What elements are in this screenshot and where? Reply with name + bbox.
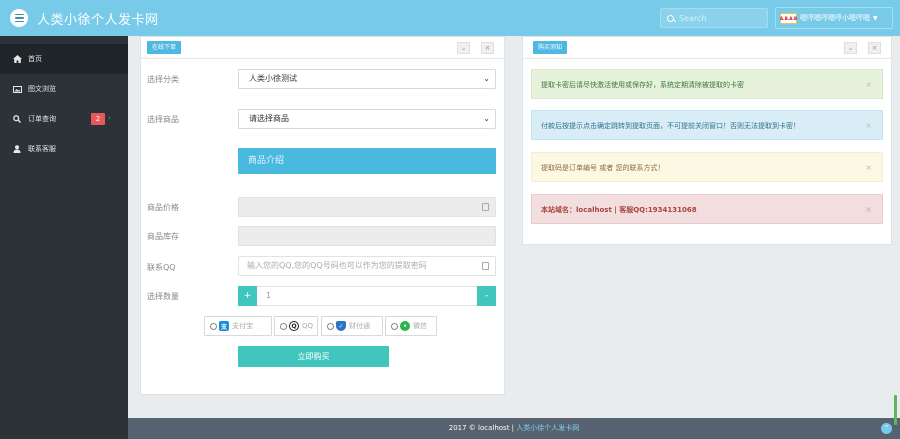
- image-icon: [12, 85, 22, 93]
- chevron-down-icon: ▼: [873, 14, 878, 22]
- category-select[interactable]: 人类小徐测试 ⌄: [238, 69, 496, 89]
- order-panel-title: 在线下单: [147, 41, 182, 54]
- collapse-icon[interactable]: ⌄: [844, 42, 857, 54]
- price-field: [238, 197, 496, 217]
- pay-option-wechat[interactable]: • 微信: [385, 316, 437, 336]
- product-select[interactable]: 请选择商品 ⌄: [238, 109, 496, 129]
- quantity-label: 选择数量: [147, 292, 179, 301]
- quantity-decrement-button[interactable]: +: [238, 286, 257, 306]
- pay-option-label: 支付宝: [232, 322, 253, 330]
- notice-alert: 提取卡密后请尽快激活使用或保存好，系统定期清除被提取的卡密 ×: [531, 69, 883, 99]
- menu-toggle-icon[interactable]: [10, 9, 28, 27]
- chevron-down-icon: ⌄: [483, 74, 490, 83]
- qq-icon: Q: [289, 321, 299, 331]
- user-icon: [12, 145, 22, 153]
- quantity-input[interactable]: 1: [257, 286, 477, 306]
- close-icon[interactable]: ×: [868, 42, 881, 54]
- page-footer: 2017 © localhost | 人类小徐个人发卡网 ⌃: [128, 418, 900, 439]
- user-name: 嗯哼嗯哼嗯哼小嗯哼嗯: [800, 14, 870, 22]
- close-icon[interactable]: ×: [865, 111, 872, 141]
- sidebar-item-label: 订单查询: [28, 115, 56, 123]
- product-value: 请选择商品: [249, 114, 289, 123]
- pay-option-tenpay[interactable]: ✓ 财付通: [321, 316, 383, 336]
- contact-placeholder: 输入您的QQ,您的QQ号码也可以作为您的提取密码: [247, 261, 427, 270]
- user-avatar: A.B.A.B: [780, 12, 797, 24]
- price-tag-icon: [482, 203, 489, 211]
- sidebar-item-home[interactable]: 首页: [0, 44, 128, 74]
- radio-button[interactable]: [280, 322, 287, 330]
- sidebar-item-label: 联系客服: [28, 145, 56, 153]
- pay-option-label: 微信: [413, 322, 427, 330]
- search-input[interactable]: Search: [660, 8, 768, 28]
- notice-alert: 提取码是订单编号 或者 您的联系方式！ ×: [531, 152, 883, 182]
- price-label: 商品价格: [147, 203, 179, 212]
- close-icon[interactable]: ×: [481, 42, 494, 54]
- scroll-top-icon[interactable]: ⌃: [881, 423, 892, 434]
- collapse-icon[interactable]: ⌄: [457, 42, 470, 54]
- sidebar-item-label: 图文浏览: [28, 85, 56, 93]
- sidebar-item-orders[interactable]: 订单查询 2 ›: [0, 104, 128, 134]
- category-label: 选择分类: [147, 75, 179, 84]
- category-value: 人类小徐测试: [249, 74, 297, 83]
- buy-now-button[interactable]: 立即购买: [238, 346, 389, 367]
- tenpay-icon: ✓: [336, 321, 346, 331]
- alert-text: 付款后按提示点击确定跳转到提取页面，不可提前关闭窗口！否则无法提取到卡密！: [541, 122, 800, 130]
- radio-button[interactable]: [210, 322, 217, 330]
- close-icon[interactable]: ×: [865, 153, 872, 183]
- contact-card-icon: [482, 262, 489, 270]
- stock-label: 商品库存: [147, 232, 179, 241]
- close-icon[interactable]: ×: [865, 70, 872, 100]
- alert-text: 提取卡密后请尽快激活使用或保存好，系统定期清除被提取的卡密: [541, 81, 744, 89]
- scrollbar[interactable]: [894, 395, 897, 425]
- sidebar: 首页 图文浏览 订单查询 2 › 联系客服: [0, 36, 128, 439]
- quantity-increment-button[interactable]: -: [477, 286, 496, 306]
- wechat-icon: •: [400, 321, 410, 331]
- product-label: 选择商品: [147, 115, 179, 124]
- pay-option-label: 财付通: [349, 322, 370, 330]
- site-brand[interactable]: 人类小徐个人发卡网: [37, 9, 159, 28]
- notice-panel-header: 购买须知 ⌄ ×: [523, 37, 891, 59]
- product-intro-box: 商品介绍: [238, 148, 496, 174]
- alipay-icon: 支: [219, 321, 229, 331]
- alert-text: 本站域名：localhost | 客服QQ:1934131068: [541, 206, 697, 214]
- chevron-right-icon: ›: [108, 114, 111, 122]
- notice-panel-title: 购买须知: [533, 41, 568, 54]
- pay-option-label: QQ: [302, 322, 314, 330]
- close-icon[interactable]: ×: [865, 195, 872, 225]
- pay-option-alipay[interactable]: 支 支付宝: [204, 316, 272, 336]
- stock-field: [238, 226, 496, 246]
- footer-copyright: 2017 © localhost |: [448, 424, 517, 432]
- home-icon: [12, 55, 22, 63]
- radio-button[interactable]: [391, 322, 398, 330]
- contact-qq-input[interactable]: 输入您的QQ,您的QQ号码也可以作为您的提取密码: [238, 256, 496, 276]
- sidebar-item-gallery[interactable]: 图文浏览: [0, 74, 128, 104]
- notice-alert: 付款后按提示点击确定跳转到提取页面，不可提前关闭窗口！否则无法提取到卡密！ ×: [531, 110, 883, 140]
- order-count-badge: 2: [91, 113, 105, 125]
- chevron-down-icon: ⌄: [483, 114, 490, 123]
- alert-text: 提取码是订单编号 或者 您的联系方式！: [541, 164, 665, 172]
- search-icon: [12, 115, 22, 123]
- user-menu[interactable]: A.B.A.B 嗯哼嗯哼嗯哼小嗯哼嗯 ▼: [775, 7, 893, 29]
- footer-site-link[interactable]: 人类小徐个人发卡网: [516, 424, 579, 432]
- contact-label: 联系QQ: [147, 263, 176, 272]
- search-placeholder: Search: [679, 13, 707, 23]
- radio-button[interactable]: [327, 322, 334, 330]
- sidebar-item-label: 首页: [28, 55, 42, 63]
- top-header: 人类小徐个人发卡网 Search A.B.A.B 嗯哼嗯哼嗯哼小嗯哼嗯 ▼: [0, 0, 900, 36]
- pay-option-qq[interactable]: Q QQ: [274, 316, 318, 336]
- order-panel-header: 在线下单 ⌄ ×: [141, 37, 504, 59]
- sidebar-item-support[interactable]: 联系客服: [0, 134, 128, 164]
- notice-alert: 本站域名：localhost | 客服QQ:1934131068 ×: [531, 194, 883, 224]
- search-icon: [667, 14, 674, 22]
